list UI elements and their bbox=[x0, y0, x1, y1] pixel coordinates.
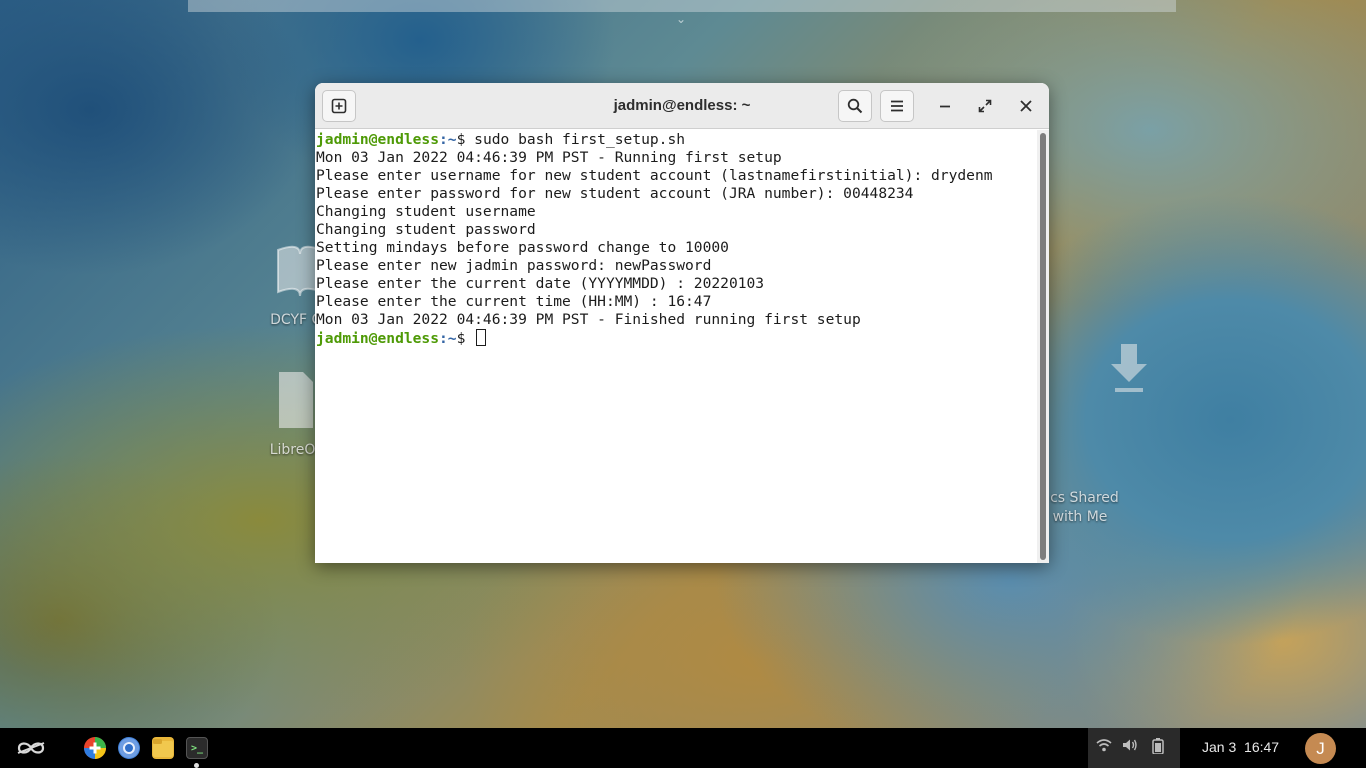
scrollbar-thumb[interactable] bbox=[1040, 133, 1046, 560]
terminal-output-line: Please enter password for new student ac… bbox=[316, 185, 914, 202]
terminal-output[interactable]: jadmin@endless:~$ sudo bash first_setup.… bbox=[315, 130, 1037, 563]
top-search-strip bbox=[188, 0, 1176, 12]
minimize-icon bbox=[940, 105, 950, 108]
wifi-icon[interactable] bbox=[1096, 738, 1112, 756]
window-titlebar[interactable]: jadmin@endless: ~ bbox=[315, 83, 1049, 129]
terminal-output-line: Please enter username for new student ac… bbox=[316, 167, 993, 184]
prompt-command: sudo bash first_setup.sh bbox=[474, 131, 686, 148]
search-icon bbox=[847, 98, 863, 114]
minimize-button[interactable] bbox=[929, 90, 961, 122]
terminal-output-line: Please enter the current time (HH:MM) : … bbox=[316, 293, 712, 310]
terminal-output-line: Setting mindays before password change t… bbox=[316, 239, 729, 256]
maximize-icon bbox=[978, 99, 992, 113]
terminal-scrollbar[interactable] bbox=[1037, 130, 1049, 563]
app-store-icon[interactable] bbox=[84, 737, 106, 759]
maximize-button[interactable] bbox=[969, 90, 1001, 122]
prompt-path: :~ bbox=[439, 330, 457, 347]
desktop-icon-label: cs Shared with Me bbox=[1050, 490, 1119, 525]
user-avatar[interactable]: J bbox=[1305, 733, 1336, 764]
terminal-output-line: Please enter the current date (YYYYMMDD)… bbox=[316, 275, 765, 292]
chromium-icon[interactable] bbox=[118, 737, 140, 759]
close-icon bbox=[1020, 100, 1032, 112]
terminal-cursor bbox=[476, 329, 487, 346]
terminal-window[interactable]: jadmin@endless: ~ jadmin@endless:~$ sudo… bbox=[315, 83, 1049, 563]
prompt-symbol: $ bbox=[456, 330, 475, 347]
battery-icon[interactable] bbox=[1152, 738, 1164, 758]
prompt-path: :~ bbox=[439, 131, 457, 148]
terminal-prompt-line: jadmin@endless:~$ sudo bash first_setup.… bbox=[316, 131, 1037, 149]
running-app-indicator bbox=[194, 763, 199, 768]
menu-button[interactable] bbox=[880, 90, 914, 122]
files-icon[interactable] bbox=[152, 737, 174, 759]
terminal-prompt-line: jadmin@endless:~$ bbox=[316, 329, 1037, 347]
volume-icon[interactable] bbox=[1122, 738, 1138, 756]
prompt-symbol: $ bbox=[456, 131, 475, 148]
chevron-down-icon[interactable]: ⌄ bbox=[676, 12, 686, 26]
prompt-user: jadmin@endless bbox=[316, 330, 440, 347]
prompt-user: jadmin@endless bbox=[316, 131, 440, 148]
endless-logo-icon[interactable] bbox=[16, 739, 46, 761]
terminal-output-line: Mon 03 Jan 2022 04:46:39 PM PST - Finish… bbox=[316, 311, 861, 328]
terminal-output-line: Changing student password bbox=[316, 221, 536, 238]
terminal-icon[interactable]: >_ bbox=[186, 737, 208, 759]
terminal-output-line: Please enter new jadmin password: newPas… bbox=[316, 257, 712, 274]
taskbar: >_ Jan 3 16:47 J bbox=[0, 728, 1366, 768]
close-button[interactable] bbox=[1010, 90, 1042, 122]
clock[interactable]: Jan 3 16:47 bbox=[1202, 739, 1279, 755]
search-button[interactable] bbox=[838, 90, 872, 122]
system-tray[interactable] bbox=[1088, 728, 1180, 768]
terminal-output-line: Changing student username bbox=[316, 203, 536, 220]
terminal-output-line: Mon 03 Jan 2022 04:46:39 PM PST - Runnin… bbox=[316, 149, 782, 166]
desktop-icon-label: LibreOf bbox=[269, 442, 321, 458]
hamburger-menu-icon bbox=[891, 100, 903, 112]
